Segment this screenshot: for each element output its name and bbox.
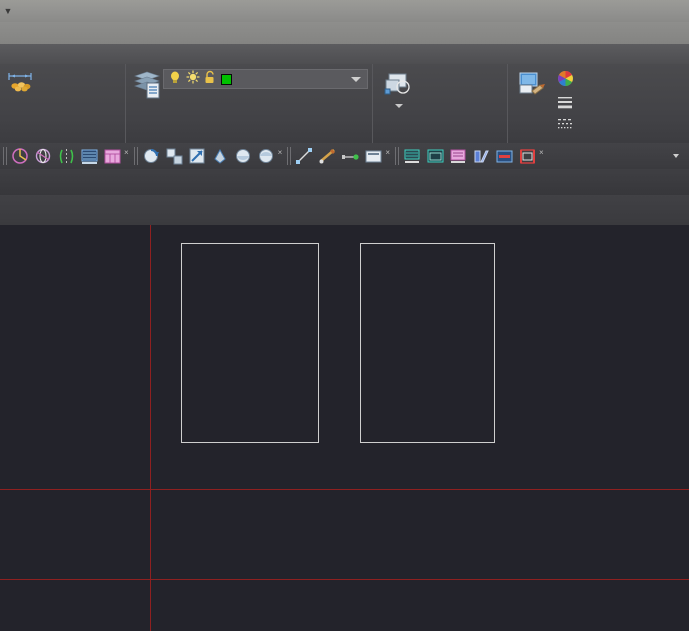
match-properties-button[interactable] <box>512 66 554 102</box>
ribbon-panel-layers <box>125 64 372 143</box>
sun-freeze-icon[interactable] <box>186 70 200 89</box>
dim-linear-icon[interactable] <box>340 146 361 167</box>
polyline-icon[interactable] <box>317 146 338 167</box>
zoom-object-icon[interactable] <box>210 146 231 167</box>
layer-properties-button[interactable] <box>130 66 163 102</box>
pan-realtime-icon[interactable] <box>141 146 162 167</box>
toolbar-close-icon[interactable]: × <box>539 148 544 157</box>
layer-combo-box[interactable] <box>163 69 368 89</box>
zoom-scale-icon[interactable] <box>187 146 208 167</box>
menu-bar <box>0 22 689 44</box>
guide-line-horizontal <box>0 579 689 580</box>
layer-color-swatch <box>221 73 232 85</box>
zoom-window-icon[interactable] <box>164 146 185 167</box>
dimension-button[interactable] <box>0 66 42 102</box>
toolbar-row-3 <box>0 195 689 225</box>
ribbon-panel-block <box>372 64 507 143</box>
text-style-icon[interactable] <box>494 146 515 167</box>
toolbar-group-modify: × <box>0 146 131 167</box>
chevron-down-icon[interactable] <box>673 154 679 158</box>
text-box-icon[interactable] <box>363 146 384 167</box>
orbit-icon[interactable] <box>33 146 54 167</box>
ribbon-panel-annotation <box>0 64 125 143</box>
window-title-bar: ▼ <box>0 0 689 22</box>
unlock-icon[interactable] <box>204 70 216 89</box>
toolbar-group-zoom: × <box>131 146 285 167</box>
ribbon-tab-bar <box>0 44 689 64</box>
zoom-in-icon[interactable] <box>233 146 254 167</box>
drawing-canvas[interactable] <box>0 225 689 631</box>
ucs-icon[interactable] <box>10 146 31 167</box>
chevron-down-icon[interactable] <box>351 76 361 82</box>
table-edit-icon[interactable] <box>517 146 538 167</box>
toolbar-row-2 <box>0 169 689 195</box>
layer-properties-icon <box>132 70 162 100</box>
toolbar-group-draw: × <box>284 146 392 167</box>
toolbar-close-icon[interactable]: × <box>278 148 283 157</box>
ribbon <box>0 64 689 143</box>
dimension-icon <box>5 70 35 100</box>
toolbar-close-icon[interactable]: × <box>124 148 129 157</box>
zoom-out-icon[interactable] <box>256 146 277 167</box>
toolbar-grip[interactable] <box>287 147 292 165</box>
toolbar-grip[interactable] <box>395 147 400 165</box>
match-properties-icon <box>518 70 548 100</box>
chevron-down-icon[interactable] <box>395 104 403 108</box>
properties-flyout-label[interactable] <box>669 154 689 158</box>
line-icon[interactable] <box>294 146 315 167</box>
toolbar-group-layout: × <box>392 146 546 167</box>
color-wheel-icon[interactable] <box>557 70 574 92</box>
toolbar-close-icon[interactable]: × <box>385 148 390 157</box>
ribbon-panel-properties <box>507 64 689 143</box>
guide-line-vertical <box>150 225 151 631</box>
viewport-icon[interactable] <box>425 146 446 167</box>
render-region-icon[interactable] <box>79 146 100 167</box>
lightbulb-on-icon[interactable] <box>168 70 182 89</box>
drawing-sheet[interactable] <box>181 243 319 443</box>
block-edit-icon[interactable] <box>471 146 492 167</box>
drawing-sheet[interactable] <box>360 243 495 443</box>
attribute-icon[interactable] <box>448 146 469 167</box>
layout-icon[interactable] <box>402 146 423 167</box>
table-style-icon[interactable] <box>102 146 123 167</box>
guide-line-horizontal <box>0 489 689 490</box>
properties-panel-name <box>508 130 689 143</box>
lineweight-icon[interactable] <box>557 95 573 114</box>
quick-access-dropdown-icon[interactable]: ▼ <box>2 5 14 17</box>
toolbar-grip[interactable] <box>3 147 7 165</box>
mirror-icon[interactable] <box>56 146 77 167</box>
toolbar-row-1: × × × × <box>0 143 689 169</box>
toolbar-grip[interactable] <box>133 147 138 165</box>
insert-block-button[interactable] <box>377 66 421 108</box>
insert-block-icon <box>384 70 414 100</box>
